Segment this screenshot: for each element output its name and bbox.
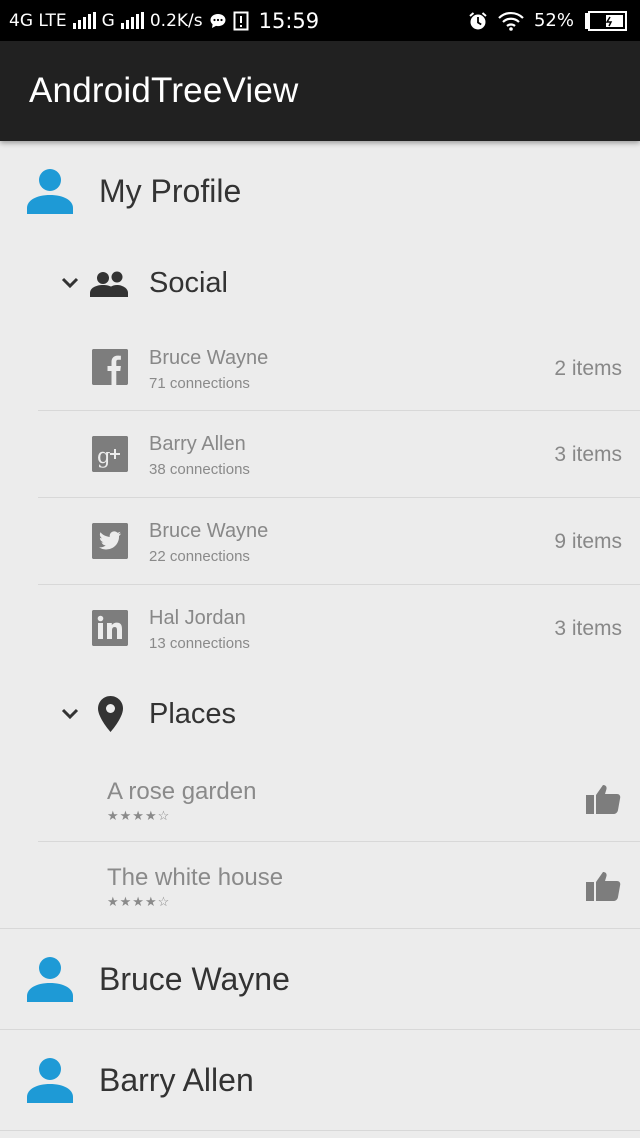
rating-stars: ★★★★☆	[107, 894, 171, 909]
item-subtitle: 71 connections	[149, 375, 250, 392]
battery-percent: 52%	[533, 10, 574, 31]
twitter-icon	[92, 523, 128, 559]
signal-icon	[72, 12, 96, 29]
status-right: 52%	[468, 0, 628, 41]
alert-icon	[233, 11, 249, 30]
item-name: Hal Jordan	[149, 607, 246, 629]
item-name: Bruce Wayne	[149, 347, 269, 369]
tree-node-social[interactable]: Social	[0, 253, 640, 315]
node-label: Social	[149, 267, 228, 299]
item-name: Bruce Wayne	[149, 520, 269, 542]
place-name: A rose garden	[107, 778, 257, 805]
item-count: 3 items	[554, 443, 622, 466]
facebook-icon	[92, 349, 128, 385]
thumbs-up-icon[interactable]	[586, 871, 622, 901]
tree-node-profile[interactable]: Bruce Wayne	[0, 929, 640, 1029]
linkedin-icon	[92, 610, 128, 646]
tree-node-my-profile[interactable]: My Profile	[0, 141, 640, 241]
network-label: 4G LTE	[9, 10, 67, 31]
node-label: Places	[149, 698, 237, 730]
list-item[interactable]: g Barry Allen 38 connections 3 items	[0, 412, 640, 498]
app-title: AndroidTreeView	[29, 71, 299, 110]
status-time: 15:59	[258, 8, 320, 33]
place-name: The white house	[107, 864, 284, 891]
google-plus-icon: g	[92, 436, 128, 472]
divider	[0, 1130, 640, 1131]
chevron-down-icon[interactable]	[61, 708, 79, 720]
list-item[interactable]: The white house ★★★★☆	[0, 843, 640, 929]
chevron-down-icon[interactable]	[61, 277, 79, 289]
signal-icon-2	[120, 12, 144, 29]
divider	[38, 497, 640, 498]
list-item[interactable]: Bruce Wayne 22 connections 9 items	[0, 499, 640, 585]
battery-icon	[585, 10, 627, 31]
status-bar: 4G LTE G 0.2K/s 15:59 52%	[0, 0, 640, 41]
item-count: 3 items	[554, 617, 622, 640]
rating-stars: ★★★★☆	[107, 808, 171, 823]
location-pin-icon	[98, 696, 123, 732]
svg-text:g: g	[97, 444, 110, 468]
alarm-icon	[469, 11, 487, 29]
divider	[38, 841, 640, 842]
thumbs-up-icon[interactable]	[586, 784, 622, 814]
chat-icon	[210, 13, 226, 28]
item-subtitle: 38 connections	[149, 461, 250, 478]
item-name: Barry Allen	[149, 433, 246, 455]
list-item[interactable]: Hal Jordan 13 connections 3 items	[0, 586, 640, 672]
network-speed: 0.2K/s	[149, 10, 203, 31]
tree-node-places[interactable]: Places	[0, 684, 640, 746]
person-icon	[27, 957, 73, 1002]
item-subtitle: 13 connections	[149, 635, 250, 652]
node-label: Bruce Wayne	[99, 961, 290, 997]
tree-node-profile[interactable]: Barry Allen	[0, 1030, 640, 1130]
list-item[interactable]: A rose garden ★★★★☆	[0, 758, 640, 842]
status-left: 4G LTE G 0.2K/s 15:59	[9, 0, 319, 41]
person-icon	[27, 1058, 73, 1103]
divider	[38, 584, 640, 585]
item-count: 2 items	[554, 357, 622, 380]
node-label: My Profile	[99, 173, 242, 209]
divider	[38, 410, 640, 411]
list-item[interactable]: Bruce Wayne 71 connections 2 items	[0, 327, 640, 411]
people-icon	[90, 271, 128, 297]
item-count: 9 items	[554, 530, 622, 553]
person-icon	[27, 169, 73, 214]
item-subtitle: 22 connections	[149, 548, 250, 565]
app-bar: AndroidTreeView	[0, 41, 640, 141]
wifi-icon	[498, 11, 524, 31]
node-label: Barry Allen	[99, 1062, 254, 1098]
network-label-2: G	[101, 10, 115, 31]
